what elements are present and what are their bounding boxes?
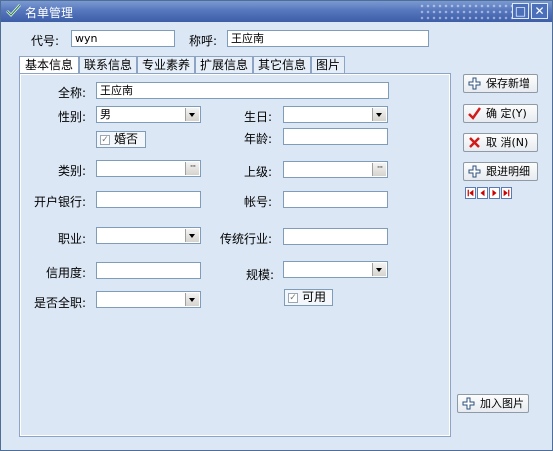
fulltime-label: 是否全职: — [34, 296, 87, 310]
add-image-button[interactable]: 加入图片 — [457, 394, 529, 413]
code-field[interactable]: wyn — [71, 30, 175, 47]
last-record-icon[interactable] — [501, 187, 512, 199]
age-field[interactable] — [283, 128, 388, 145]
tab-extended-info[interactable]: 扩展信息 — [195, 56, 253, 73]
chevron-down-icon[interactable] — [372, 108, 386, 121]
check-icon — [6, 4, 21, 17]
available-checkbox[interactable]: ✓ 可用 — [284, 289, 333, 306]
birthday-picker[interactable] — [283, 106, 388, 123]
industry-label: 传统行业: — [220, 232, 273, 246]
fullname-label: 全称: — [58, 86, 87, 100]
ellipsis-icon[interactable]: ··· — [185, 162, 199, 175]
account-field[interactable] — [283, 191, 388, 208]
plus-icon — [462, 397, 475, 410]
bank-field[interactable] — [96, 191, 201, 208]
industry-field[interactable] — [283, 228, 388, 245]
chevron-down-icon[interactable] — [372, 263, 386, 276]
cancel-x-icon — [469, 137, 480, 148]
checkmark-icon: ✓ — [288, 293, 298, 303]
chevron-down-icon[interactable] — [185, 108, 199, 121]
gender-label: 性别: — [58, 110, 87, 124]
category-label: 类别: — [58, 164, 87, 178]
window-title: 名单管理 — [25, 6, 74, 20]
tab-basic-info[interactable]: 基本信息 — [19, 56, 79, 74]
title-bar: 名单管理 □ ✕ — [1, 1, 552, 22]
bank-label: 开户银行: — [34, 195, 87, 209]
name-field[interactable]: 王应南 — [227, 30, 429, 47]
chevron-down-icon[interactable] — [185, 229, 199, 242]
plus-icon — [468, 165, 481, 178]
age-label: 年龄: — [244, 132, 273, 146]
first-record-icon[interactable] — [465, 187, 476, 199]
chevron-down-icon[interactable] — [185, 293, 199, 306]
plus-icon — [468, 77, 481, 90]
available-label: 可用 — [302, 290, 327, 304]
ok-check-icon — [468, 107, 481, 120]
name-label: 称呼: — [189, 34, 218, 48]
tab-professional[interactable]: 专业素养 — [137, 56, 195, 73]
marital-checkbox[interactable]: ✓ 婚否 — [96, 131, 146, 148]
title-decoration — [419, 3, 515, 20]
superior-picker[interactable]: ··· — [283, 161, 388, 178]
window: 名单管理 □ ✕ 代号: wyn 称呼: 王应南 基本信息 联系信息 专业素养 … — [0, 0, 553, 451]
minimize-button[interactable]: □ — [512, 3, 529, 19]
tab-other-info[interactable]: 其它信息 — [253, 56, 311, 73]
superior-label: 上级: — [244, 165, 273, 179]
save-new-button[interactable]: 保存新增 — [463, 74, 538, 93]
marital-label: 婚否 — [114, 132, 139, 146]
code-label: 代号: — [31, 34, 60, 48]
prev-record-icon[interactable] — [477, 187, 488, 199]
ok-button[interactable]: 确 定(Y) — [463, 104, 538, 123]
account-label: 帐号: — [244, 195, 273, 209]
gender-value: 男 — [100, 108, 111, 121]
close-button[interactable]: ✕ — [531, 3, 548, 19]
ellipsis-icon[interactable]: ··· — [372, 163, 386, 176]
scale-label: 规模: — [246, 268, 275, 282]
credit-field[interactable] — [96, 262, 201, 279]
follow-detail-button[interactable]: 跟进明细 — [463, 162, 538, 181]
tab-images[interactable]: 图片 — [311, 56, 345, 73]
tab-contact-info[interactable]: 联系信息 — [79, 56, 137, 73]
gender-select[interactable]: 男 — [96, 106, 201, 123]
checkmark-icon: ✓ — [100, 135, 110, 145]
fullname-field[interactable]: 王应南 — [96, 82, 389, 99]
credit-label: 信用度: — [46, 266, 87, 280]
category-picker[interactable]: ··· — [96, 160, 201, 177]
job-label: 职业: — [58, 232, 87, 246]
job-select[interactable] — [96, 227, 201, 244]
scale-select[interactable] — [283, 261, 388, 278]
cancel-button[interactable]: 取 消(N) — [463, 133, 538, 152]
next-record-icon[interactable] — [489, 187, 500, 199]
birthday-label: 生日: — [244, 110, 273, 124]
fulltime-select[interactable] — [96, 291, 201, 308]
